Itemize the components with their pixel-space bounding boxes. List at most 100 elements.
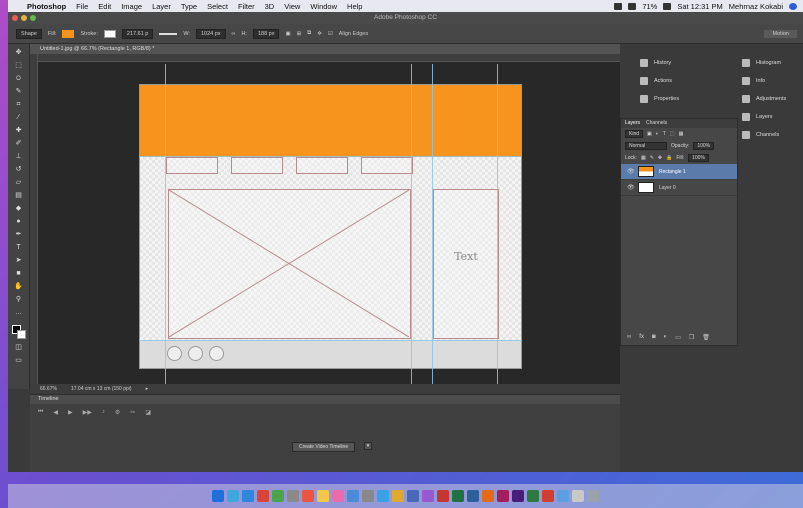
contacts-icon[interactable]	[287, 490, 299, 502]
zoom-tool-icon[interactable]: ⚲	[14, 296, 24, 304]
stroke-width-field[interactable]: 217.61 p	[121, 28, 154, 39]
dreamweaver-icon[interactable]	[527, 490, 539, 502]
path-alignment-icon[interactable]: ⊞	[297, 31, 302, 37]
new-layer-icon[interactable]: ❐	[689, 334, 694, 341]
close-window-icon[interactable]	[12, 15, 18, 21]
volume-icon[interactable]	[628, 2, 637, 10]
messages-icon[interactable]	[272, 490, 284, 502]
lock-all-icon[interactable]: 🔒	[666, 155, 672, 161]
quick-select-tool-icon[interactable]: ✎	[14, 88, 24, 96]
channels-panel-button[interactable]: Channels	[738, 126, 803, 144]
new-group-icon[interactable]: ▭	[675, 334, 681, 341]
system-preferences-icon[interactable]	[362, 490, 374, 502]
nav-placeholder-1[interactable]	[166, 157, 218, 174]
crop-tool-icon[interactable]: ⌗	[14, 101, 24, 109]
fill-field[interactable]: 100%	[688, 154, 709, 162]
finder-icon[interactable]	[212, 490, 224, 502]
guide-horizontal-1[interactable]	[139, 156, 522, 157]
type-tool-icon[interactable]: T	[14, 244, 24, 252]
artboard-canvas[interactable]: Text	[139, 84, 522, 369]
eye-icon[interactable]: 👁	[627, 184, 635, 191]
orange-header-rectangle[interactable]	[140, 85, 521, 157]
trash-icon[interactable]: 🗑	[702, 334, 710, 341]
nav-placeholder-3[interactable]	[296, 157, 348, 174]
zoom-window-icon[interactable]	[30, 15, 36, 21]
menu-edit[interactable]: Edit	[93, 2, 116, 11]
height-field[interactable]: 188 px	[252, 28, 280, 39]
workspace-select[interactable]: Motion	[764, 29, 797, 38]
clone-stamp-tool-icon[interactable]: ⊥	[14, 153, 24, 161]
app-menu[interactable]: Photoshop	[22, 2, 71, 11]
layer-row-layer-0[interactable]: 👁 Layer 0	[621, 180, 737, 196]
blend-mode-select[interactable]: Normal	[625, 142, 667, 150]
document-size[interactable]: 17.04 cm x 13 cm (150 ppi)	[71, 384, 132, 394]
menu-3d[interactable]: 3D	[260, 2, 280, 11]
dodge-tool-icon[interactable]: ●	[14, 218, 24, 226]
tab-channels[interactable]: Channels	[646, 119, 667, 128]
document-tab[interactable]: Untitled-1.jpg @ 66.7% (Rectangle 1, RGB…	[30, 44, 620, 54]
menu-layer[interactable]: Layer	[147, 2, 176, 11]
align-edges-checkbox[interactable]: ☑	[328, 31, 333, 37]
footer-circle-1[interactable]	[167, 346, 182, 361]
vlc-icon[interactable]	[392, 490, 404, 502]
trash-dock-icon[interactable]	[587, 490, 599, 502]
layer-mask-icon[interactable]: ◙	[652, 334, 656, 341]
minimize-window-icon[interactable]	[21, 15, 27, 21]
lock-transparent-icon[interactable]: ▦	[641, 155, 646, 161]
horizontal-ruler[interactable]	[38, 54, 620, 62]
menu-help[interactable]: Help	[342, 2, 367, 11]
menu-image[interactable]: Image	[116, 2, 147, 11]
timeline-header[interactable]: Timeline	[30, 395, 620, 404]
status-menu-arrow-icon[interactable]: ▸	[146, 384, 149, 394]
lock-position-icon[interactable]: ✥	[658, 155, 662, 161]
lock-pixels-icon[interactable]: ✎	[650, 155, 654, 161]
properties-panel-button[interactable]: Properties	[636, 90, 726, 108]
preview-icon[interactable]	[557, 490, 569, 502]
brush-tool-icon[interactable]: ✐	[14, 140, 24, 148]
quick-mask-icon[interactable]: ◫	[14, 344, 24, 352]
onenote-icon[interactable]	[422, 490, 434, 502]
transition-icon[interactable]: ◪	[145, 409, 151, 416]
layer-row-rectangle-1[interactable]: 👁 Rectangle 1	[621, 164, 737, 180]
guide-horizontal-2[interactable]	[139, 340, 522, 341]
filter-type-icon[interactable]: T	[663, 131, 666, 137]
shape-mode-select[interactable]: Shape	[16, 28, 42, 39]
adjustments-panel-button[interactable]: Adjustments	[738, 90, 803, 108]
gear-icon[interactable]: ✲	[317, 31, 322, 37]
stroke-color-swatch[interactable]	[103, 29, 116, 38]
layers-panel-button[interactable]: Layers	[738, 108, 803, 126]
marquee-tool-icon[interactable]: ⬚	[14, 62, 24, 70]
history-brush-tool-icon[interactable]: ↺	[14, 166, 24, 174]
filter-pixel-icon[interactable]: ▣	[647, 131, 652, 137]
indesign-icon[interactable]	[497, 490, 509, 502]
width-field[interactable]: 1024 px	[195, 28, 226, 39]
path-operations-icon[interactable]: ▣	[285, 31, 290, 37]
split-icon[interactable]: ✂	[130, 409, 135, 416]
text-placeholder-box[interactable]: Text	[433, 189, 499, 339]
powerpoint-icon[interactable]	[437, 490, 449, 502]
zoom-level[interactable]: 66.67%	[40, 384, 57, 394]
image-placeholder[interactable]	[168, 189, 411, 339]
next-frame-icon[interactable]: ▶▶	[83, 409, 92, 416]
tab-layers[interactable]: Layers	[625, 119, 640, 128]
notes-icon[interactable]	[317, 490, 329, 502]
path-select-tool-icon[interactable]: ➤	[14, 257, 24, 265]
word-icon[interactable]	[407, 490, 419, 502]
layer-style-icon[interactable]: fx	[639, 334, 644, 341]
footer-circle-3[interactable]	[209, 346, 224, 361]
previous-frame-icon[interactable]: ◀	[53, 409, 58, 416]
clock[interactable]: Sat 12:31 PM	[677, 2, 722, 11]
user-name[interactable]: Mehrnaz Kokabi	[729, 2, 783, 11]
guide-vertical-1[interactable]	[165, 64, 166, 386]
filter-adjustment-icon[interactable]: ◐	[656, 131, 659, 137]
rectangle-tool-icon[interactable]: ■	[14, 270, 24, 278]
gradient-tool-icon[interactable]: ▤	[14, 192, 24, 200]
link-icon[interactable]: ∞	[232, 31, 236, 37]
footer-strip[interactable]	[140, 340, 521, 368]
move-tool-icon[interactable]: ✥	[14, 49, 24, 57]
guide-vertical-4[interactable]	[497, 64, 498, 386]
launchpad-icon[interactable]	[227, 490, 239, 502]
stroke-type-select[interactable]	[159, 32, 178, 35]
color-chips[interactable]	[11, 325, 26, 339]
calendar-icon[interactable]	[302, 490, 314, 502]
